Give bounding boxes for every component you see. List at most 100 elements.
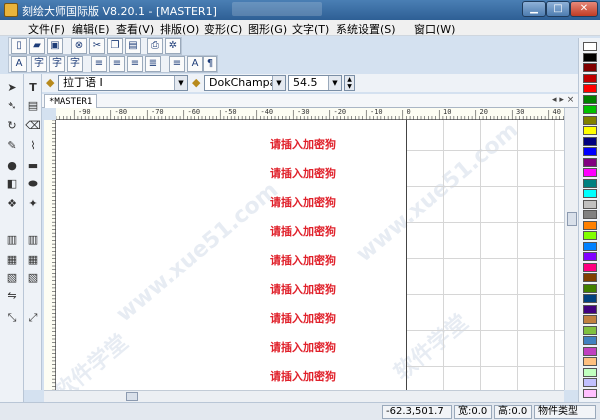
chevron-down-icon[interactable]: ▼: [328, 76, 341, 90]
pen-icon[interactable]: ✎: [4, 138, 20, 154]
open-folder-icon[interactable]: ▰: [29, 38, 45, 54]
color-swatch[interactable]: [583, 210, 597, 219]
group-icon[interactable]: ❖: [4, 196, 20, 212]
color-swatch[interactable]: [583, 115, 597, 125]
color-swatch[interactable]: [583, 94, 597, 104]
color-swatch[interactable]: [583, 273, 597, 282]
text-format-icon[interactable]: ≡: [169, 56, 185, 72]
new-file-icon[interactable]: ▯: [11, 38, 27, 54]
paragraph-icon[interactable]: ¶: [203, 56, 217, 72]
tab-nav-arrows[interactable]: ◂ ▸ ×: [552, 95, 574, 105]
color-swatch[interactable]: [583, 388, 597, 398]
char-style-icon[interactable]: 字: [49, 56, 65, 72]
align-center-v-icon[interactable]: ▦: [25, 252, 41, 268]
ellipse-icon[interactable]: ●: [4, 158, 20, 174]
eraser-icon[interactable]: ⌫: [25, 118, 41, 134]
menu-window[interactable]: 窗口(W): [414, 21, 455, 37]
menu-text[interactable]: 文字(T): [292, 21, 329, 37]
chevron-down-icon[interactable]: ▼: [174, 76, 187, 90]
color-swatch[interactable]: [583, 52, 597, 62]
align-center-icon[interactable]: ≡: [109, 56, 125, 72]
color-swatch[interactable]: [583, 42, 597, 51]
color-swatch[interactable]: [583, 220, 597, 230]
drawing-canvas[interactable]: www.xue51.com www.xue51.com 软件学堂 软件学堂 请插…: [56, 120, 564, 390]
page-icon[interactable]: ▤: [25, 98, 41, 114]
align-bottom-icon[interactable]: ▥: [25, 232, 41, 248]
align-justify-icon[interactable]: ≣: [145, 56, 161, 72]
space-icon[interactable]: ▧: [25, 270, 41, 286]
color-swatch[interactable]: [583, 336, 597, 345]
script-select[interactable]: 拉丁语 I ▼: [58, 75, 188, 91]
color-swatch[interactable]: [583, 231, 597, 240]
color-swatch[interactable]: [583, 304, 597, 314]
color-swatch[interactable]: [583, 325, 597, 335]
transform-icon[interactable]: ⤡: [4, 310, 20, 326]
color-swatch[interactable]: [583, 357, 597, 366]
color-swatch[interactable]: [583, 283, 597, 293]
color-swatch[interactable]: [583, 315, 597, 324]
horizontal-scroll-thumb[interactable]: [126, 392, 138, 401]
font-size-stepper[interactable]: ▲ ▼: [344, 75, 355, 91]
char-spacing-icon[interactable]: 字: [31, 56, 47, 72]
rotate-icon[interactable]: ↻: [4, 118, 20, 134]
cut-icon[interactable]: ✂: [89, 38, 105, 54]
font-select[interactable]: DokChampa ▼: [204, 75, 286, 91]
menu-layout[interactable]: 排版(O): [160, 21, 199, 37]
distribute-icon[interactable]: ▧: [4, 270, 20, 286]
align-right-icon[interactable]: ≡: [127, 56, 143, 72]
minimize-button[interactable]: ▁: [522, 1, 546, 17]
menu-transform[interactable]: 变形(C): [204, 21, 242, 37]
brush-icon[interactable]: ⌇: [25, 138, 41, 154]
chevron-down-icon[interactable]: ▼: [272, 76, 285, 90]
text-tool-icon[interactable]: T: [25, 80, 41, 96]
maximize-button[interactable]: □: [546, 1, 570, 17]
star-icon[interactable]: ✦: [25, 196, 41, 212]
copy-icon[interactable]: ❐: [107, 38, 123, 54]
align-middle-icon[interactable]: ▦: [4, 252, 20, 268]
color-swatch[interactable]: [583, 73, 597, 83]
select-arrow-icon[interactable]: ➤: [4, 80, 20, 96]
scale-icon[interactable]: ⤢: [25, 310, 41, 326]
color-swatch[interactable]: [583, 252, 597, 261]
mirror-icon[interactable]: ⇋: [4, 288, 20, 304]
color-swatch[interactable]: [583, 105, 597, 114]
cylinder-icon[interactable]: ⬬: [25, 176, 41, 192]
close-button[interactable]: ✕: [570, 1, 598, 17]
vertical-scroll-thumb[interactable]: [567, 212, 577, 226]
color-swatch[interactable]: [583, 294, 597, 303]
print-icon[interactable]: ⎙: [147, 38, 163, 54]
tab-master1[interactable]: *MASTER1: [44, 94, 98, 108]
align-top-icon[interactable]: ▥: [4, 232, 20, 248]
settings-gear-icon[interactable]: ✲: [165, 38, 181, 54]
color-swatch[interactable]: [583, 136, 597, 146]
color-swatch[interactable]: [583, 189, 597, 198]
menu-edit[interactable]: 编辑(E): [72, 21, 110, 37]
color-swatch[interactable]: [583, 241, 597, 251]
color-swatch[interactable]: [583, 178, 597, 188]
fill-icon[interactable]: ◧: [4, 176, 20, 192]
node-edit-icon[interactable]: ➴: [4, 98, 20, 114]
delete-icon[interactable]: ⊗: [71, 38, 87, 54]
text-outline-icon[interactable]: A: [11, 56, 27, 72]
color-swatch[interactable]: [583, 84, 597, 93]
align-left-icon[interactable]: ≡: [91, 56, 107, 72]
color-swatch[interactable]: [583, 147, 597, 156]
color-swatch[interactable]: [583, 346, 597, 356]
color-swatch[interactable]: [583, 378, 597, 387]
menu-shape[interactable]: 图形(G): [248, 21, 287, 37]
color-swatch[interactable]: [583, 157, 597, 167]
color-swatch[interactable]: [583, 63, 597, 72]
save-icon[interactable]: ▣: [47, 38, 63, 54]
font-a-icon[interactable]: A: [187, 56, 203, 72]
color-swatch[interactable]: [583, 126, 597, 135]
paste-icon[interactable]: ▤: [125, 38, 141, 54]
color-swatch[interactable]: [583, 199, 597, 209]
menu-settings[interactable]: 系统设置(S): [336, 21, 396, 37]
char-frame-icon[interactable]: 字: [67, 56, 83, 72]
color-swatch[interactable]: [583, 168, 597, 177]
rect-icon[interactable]: ▬: [25, 158, 41, 174]
menu-view[interactable]: 查看(V): [116, 21, 154, 37]
color-swatch[interactable]: [583, 367, 597, 377]
horizontal-scrollbar[interactable]: [44, 390, 564, 402]
vertical-scrollbar[interactable]: [564, 108, 578, 390]
